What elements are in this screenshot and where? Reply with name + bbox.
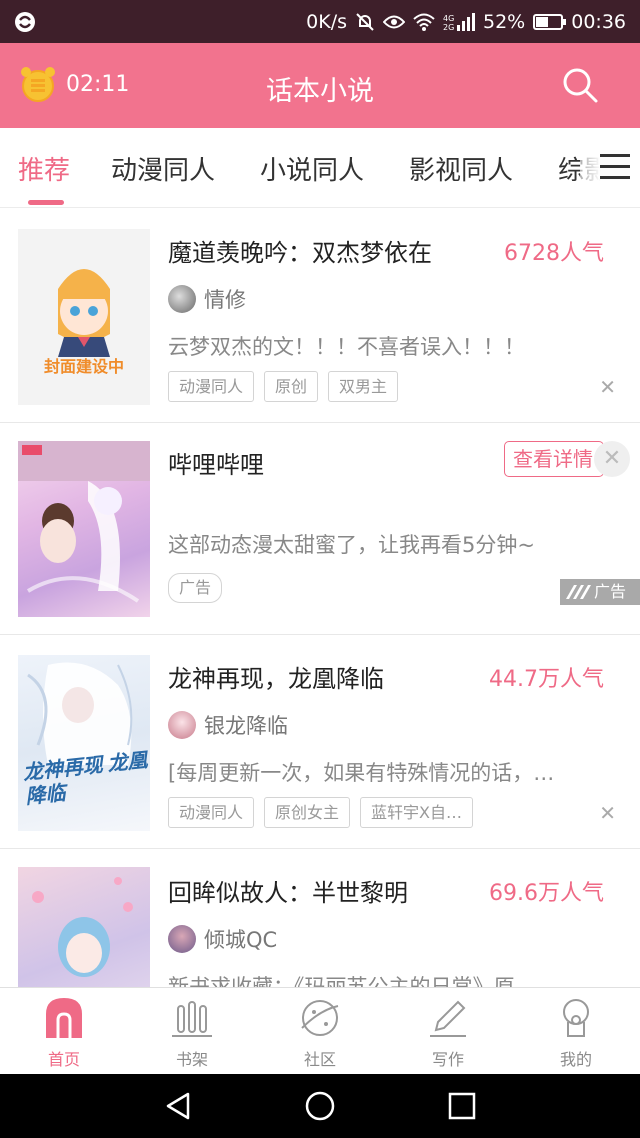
- network-speed: 0K/s: [306, 10, 347, 33]
- popularity-count: 69.6万人气: [489, 881, 604, 906]
- app-notification-icon: [14, 11, 36, 33]
- menu-icon: [600, 154, 630, 180]
- search-icon[interactable]: [560, 65, 600, 105]
- system-navigation-bar: [0, 1074, 640, 1138]
- book-card[interactable]: 龙神再现 龙凰降临 龙神再现，龙凰降临 44.7万人气 银龙降临 [每周更新一次…: [0, 635, 640, 849]
- author-name: 情修: [204, 288, 246, 312]
- app-header: 02:11 话本小说: [0, 43, 640, 128]
- pencil-icon: [430, 1000, 466, 1037]
- home-circle-icon[interactable]: [304, 1090, 336, 1122]
- nav-write-label: 写作: [431, 1050, 464, 1069]
- book-description: 新书求收藏：《玛丽苏公主的日常》原: [168, 975, 515, 987]
- nav-community[interactable]: 社区: [270, 996, 370, 1070]
- tag[interactable]: 动漫同人: [168, 797, 255, 828]
- wifi-icon: [413, 13, 435, 31]
- book-title[interactable]: 回眸似故人：半世黎明: [168, 873, 408, 908]
- popularity-count: 6728人气: [504, 241, 604, 266]
- cover-illustration: [32, 877, 133, 977]
- nav-bookshelf[interactable]: 书架: [142, 996, 242, 1070]
- more-categories-button[interactable]: [580, 128, 640, 207]
- back-icon[interactable]: [162, 1090, 194, 1122]
- author-row[interactable]: 情修: [168, 284, 246, 314]
- eye-icon: [383, 14, 405, 30]
- battery-fill: [536, 16, 549, 27]
- popularity-count: 44.7万人气: [489, 667, 604, 692]
- book-description: [每周更新一次，如果有特殊情况的话，…: [168, 761, 555, 785]
- active-tab-indicator: [28, 200, 64, 205]
- ad-description: 这部动态漫太甜蜜了，让我再看5分钟~: [168, 533, 535, 557]
- profile-icon: [563, 999, 589, 1037]
- book-cover[interactable]: 龙神再现 龙凰降临: [18, 655, 150, 831]
- tag[interactable]: 动漫同人: [168, 371, 255, 402]
- community-planet-icon: [301, 1000, 339, 1036]
- tag-list: 动漫同人 原创 双男主: [168, 371, 399, 402]
- book-title[interactable]: 魔道羡晚吟：双杰梦依在: [168, 233, 432, 268]
- author-avatar: [168, 925, 196, 953]
- placeholder-cover-illustration: [58, 269, 110, 357]
- tab-film-fanfic[interactable]: 影视同人: [409, 150, 513, 187]
- nav-home[interactable]: 首页: [14, 996, 114, 1070]
- author-name: 倾城QC: [204, 928, 278, 952]
- book-cover[interactable]: [18, 867, 150, 987]
- bookshelf-icon: [172, 1001, 212, 1037]
- book-title[interactable]: 龙神再现，龙凰降临: [168, 659, 384, 694]
- nav-bookshelf-label: 书架: [175, 1050, 208, 1069]
- ad-cover[interactable]: [18, 441, 150, 617]
- ad-source-badge: 广告: [560, 579, 640, 605]
- nav-profile[interactable]: 我的: [526, 996, 626, 1070]
- svg-text:2G: 2G: [443, 23, 454, 31]
- ad-card[interactable]: 哔哩哔哩 查看详情 ✕ 这部动态漫太甜蜜了，让我再看5分钟~ 广告 广告: [0, 423, 640, 635]
- author-row[interactable]: 倾城QC: [168, 924, 277, 954]
- category-tabs: 推荐 动漫同人 小说同人 影视同人 综影: [0, 128, 640, 208]
- author-row[interactable]: 银龙降临: [168, 710, 288, 740]
- ad-source-label: 广告: [594, 582, 627, 601]
- recent-apps-icon[interactable]: [446, 1090, 478, 1122]
- home-icon: [46, 998, 82, 1038]
- tag[interactable]: 蓝轩宇X自…: [360, 797, 473, 828]
- dismiss-icon[interactable]: ✕: [599, 801, 616, 825]
- tag[interactable]: 原创女主: [264, 797, 351, 828]
- author-avatar: [168, 285, 196, 313]
- signal-icon: 4G 2G: [443, 12, 475, 31]
- ad-label-tag: 广告: [168, 573, 223, 603]
- battery-icon: [533, 13, 567, 30]
- status-bar: 0K/s 4G 2G 52% 00:36: [0, 0, 640, 43]
- book-description: 云梦双杰的文！！！不喜者误入！！！: [168, 335, 525, 359]
- book-card[interactable]: 回眸似故人：半世黎明 69.6万人气 倾城QC 新书求收藏：《玛丽苏公主的日常》…: [0, 849, 640, 987]
- mute-icon: [355, 12, 375, 32]
- book-card[interactable]: 封面建设中 魔道羡晚吟：双杰梦依在 6728人气 情修 云梦双杰的文！！！不喜者…: [0, 209, 640, 423]
- tab-anime-fanfic[interactable]: 动漫同人: [111, 150, 215, 187]
- tab-novel-fanfic[interactable]: 小说同人: [260, 150, 364, 187]
- cover-placeholder-text: 封面建设中: [43, 357, 124, 376]
- svg-text:4G: 4G: [443, 14, 454, 23]
- dismiss-icon[interactable]: ✕: [599, 375, 616, 399]
- book-cover[interactable]: 封面建设中: [18, 229, 150, 405]
- ad-close-icon[interactable]: ✕: [594, 441, 630, 477]
- nav-profile-label: 我的: [559, 1050, 592, 1069]
- tab-recommend[interactable]: 推荐: [18, 150, 70, 187]
- page-title: 话本小说: [266, 76, 374, 107]
- bottom-navigation: 首页 书架 社区 写作 我的: [0, 987, 640, 1074]
- ad-logo-icon: [566, 585, 591, 599]
- author-name: 银龙降临: [204, 714, 288, 738]
- tag-list: 动漫同人 原创女主 蓝轩宇X自…: [168, 797, 473, 828]
- tag[interactable]: 原创: [264, 371, 319, 402]
- ad-title[interactable]: 哔哩哔哩: [168, 445, 264, 480]
- tag[interactable]: 双男主: [328, 371, 399, 402]
- author-avatar: [168, 711, 196, 739]
- battery-percent: 52%: [483, 10, 526, 33]
- nav-home-label: 首页: [47, 1050, 80, 1069]
- book-feed: 封面建设中 魔道羡晚吟：双杰梦依在 6728人气 情修 云梦双杰的文！！！不喜者…: [0, 209, 640, 987]
- nav-write[interactable]: 写作: [398, 996, 498, 1070]
- clock: 00:36: [571, 10, 626, 33]
- view-details-button[interactable]: 查看详情: [504, 441, 604, 477]
- ad-illustration: [18, 441, 150, 603]
- nav-community-label: 社区: [303, 1050, 336, 1069]
